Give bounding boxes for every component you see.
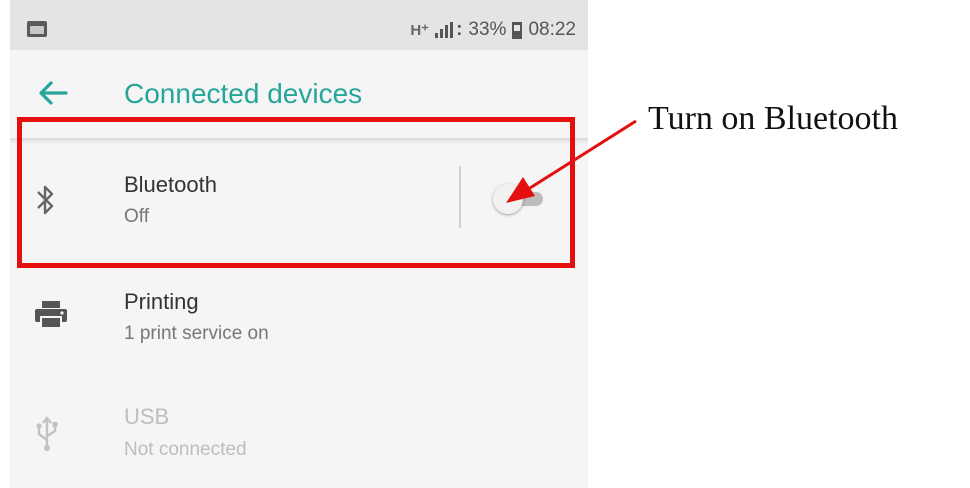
battery-icon xyxy=(512,21,523,39)
page-title: Connected devices xyxy=(124,78,363,109)
battery-percent: 33% xyxy=(468,19,507,40)
usb-status: Not connected xyxy=(124,439,247,460)
clock: 08:22 xyxy=(528,19,576,40)
bluetooth-highlight-box xyxy=(17,117,575,268)
setting-row-printing[interactable]: Printing 1 print service on xyxy=(10,270,588,380)
printing-status: 1 print service on xyxy=(124,323,269,344)
status-bar: H⁺ : 33% 08:22 xyxy=(10,0,588,50)
gallery-notification-icon xyxy=(27,21,47,37)
usb-icon xyxy=(36,416,58,451)
printing-title: Printing xyxy=(124,289,199,314)
annotation-label: Turn on Bluetooth xyxy=(648,100,899,137)
usb-title: USB xyxy=(124,404,170,429)
network-type: H⁺ xyxy=(410,22,430,39)
signal-icon xyxy=(435,22,454,38)
status-indicators: H⁺ : 33% 08:22 xyxy=(410,18,576,42)
printer-icon xyxy=(35,301,67,329)
data-activity-icon: : xyxy=(456,19,463,40)
arrow-left-icon[interactable] xyxy=(36,78,70,108)
setting-row-usb: USB Not connected xyxy=(10,390,588,488)
